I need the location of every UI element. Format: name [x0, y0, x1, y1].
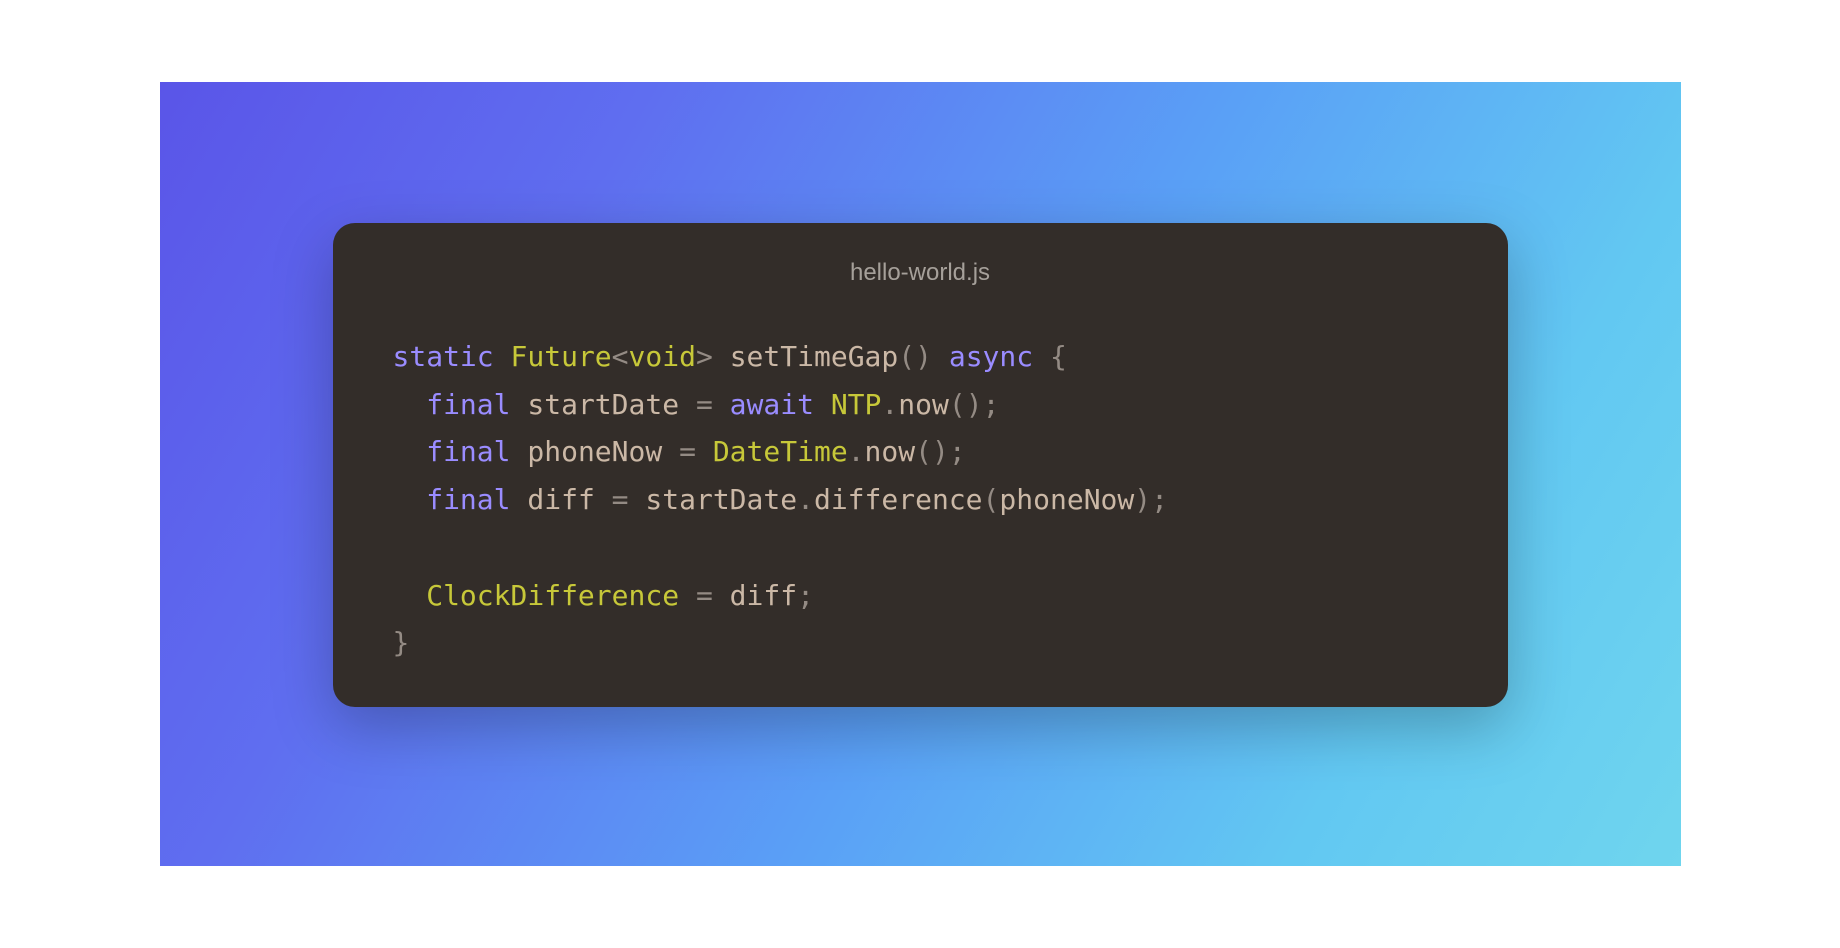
code-token: async: [949, 340, 1033, 373]
code-token: [1033, 340, 1050, 373]
code-token: setTimeGap: [730, 340, 899, 373]
code-token: (: [949, 388, 966, 421]
code-token: ;: [983, 388, 1000, 421]
code-token: (: [983, 483, 1000, 516]
code-token: [393, 388, 427, 421]
code-token: =: [679, 435, 696, 468]
code-token: difference: [814, 483, 983, 516]
code-token: [932, 340, 949, 373]
code-token: startDate: [645, 483, 797, 516]
code-token: final: [426, 483, 510, 516]
code-token: ;: [797, 579, 814, 612]
code-token: [679, 388, 696, 421]
code-token: =: [696, 579, 713, 612]
code-token: [393, 483, 427, 516]
code-token: final: [426, 435, 510, 468]
code-token: await: [730, 388, 814, 421]
code-token: .: [881, 388, 898, 421]
code-token: diff: [527, 483, 594, 516]
filename-label: hello-world.js: [333, 223, 1508, 295]
code-token: [679, 579, 696, 612]
code-token: .: [848, 435, 865, 468]
code-token: [814, 388, 831, 421]
code-token: [511, 388, 528, 421]
code-token: ): [915, 340, 932, 373]
code-token: [595, 483, 612, 516]
code-token: [696, 435, 713, 468]
code-token: [511, 483, 528, 516]
code-token: [393, 531, 410, 564]
code-token: <: [612, 340, 629, 373]
code-content[interactable]: static Future<void> setTimeGap() async {…: [393, 340, 1168, 660]
code-block[interactable]: static Future<void> setTimeGap() async {…: [333, 295, 1508, 708]
code-token: [393, 579, 427, 612]
code-token: =: [696, 388, 713, 421]
code-token: ): [966, 388, 983, 421]
code-token: >: [696, 340, 713, 373]
code-token: ): [1134, 483, 1151, 516]
code-token: phoneNow: [999, 483, 1134, 516]
code-token: void: [629, 340, 696, 373]
code-token: [713, 388, 730, 421]
code-token: static: [393, 340, 494, 373]
code-token: [713, 579, 730, 612]
code-token: ;: [1151, 483, 1168, 516]
code-token: phoneNow: [527, 435, 662, 468]
code-snippet-card: hello-world.js static Future<void> setTi…: [333, 223, 1508, 708]
code-token: Future: [511, 340, 612, 373]
code-token: (: [915, 435, 932, 468]
code-token: (: [898, 340, 915, 373]
code-token: [494, 340, 511, 373]
code-token: NTP: [831, 388, 882, 421]
code-token: [393, 435, 427, 468]
code-token: startDate: [527, 388, 679, 421]
code-token: [713, 340, 730, 373]
code-token: ClockDifference: [426, 579, 679, 612]
code-token: now: [865, 435, 916, 468]
code-token: ;: [949, 435, 966, 468]
code-token: diff: [730, 579, 797, 612]
code-token: .: [797, 483, 814, 516]
code-token: }: [393, 626, 410, 659]
code-token: [662, 435, 679, 468]
gradient-stage: hello-world.js static Future<void> setTi…: [160, 82, 1681, 866]
code-token: final: [426, 388, 510, 421]
code-token: =: [612, 483, 629, 516]
code-token: [511, 435, 528, 468]
code-token: now: [898, 388, 949, 421]
code-token: [629, 483, 646, 516]
code-token: ): [932, 435, 949, 468]
code-token: DateTime: [713, 435, 848, 468]
code-token: {: [1050, 340, 1067, 373]
